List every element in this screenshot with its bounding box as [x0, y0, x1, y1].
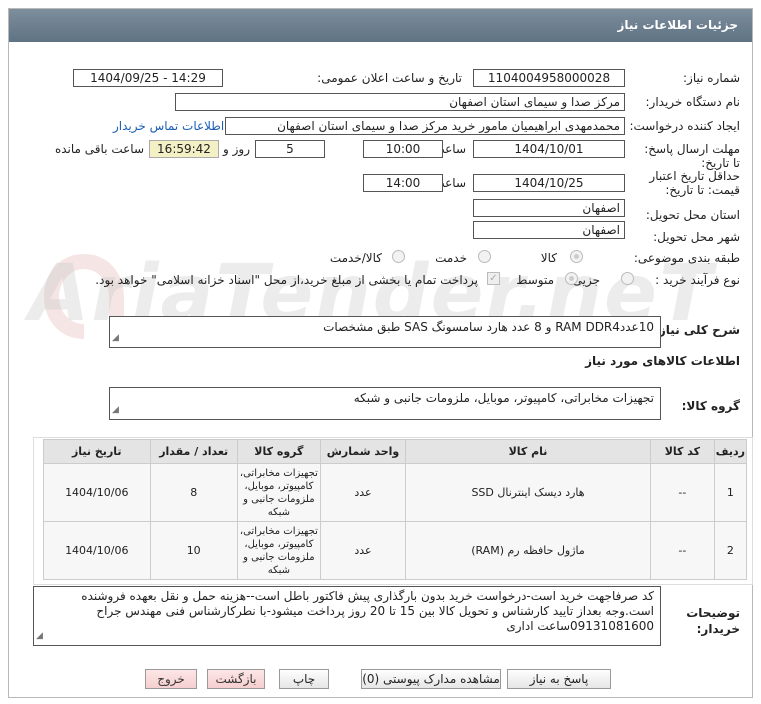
cell-row: 1	[713, 463, 748, 522]
validity-time-field: 14:00	[363, 174, 443, 192]
col-header-qty: تعداد / مقدار	[149, 439, 238, 464]
need-number-field: 1104004958000028	[473, 69, 625, 87]
reply-button[interactable]: پاسخ به نیاز	[507, 669, 611, 689]
col-header-code: کد کالا	[649, 439, 715, 464]
resize-grip-icon: ◢	[112, 333, 119, 343]
goods-group-label: گروه کالا:	[681, 399, 740, 413]
creator-field: محمدمهدی ابراهیمیان مامور خرید مرکز صدا …	[225, 117, 625, 135]
table-row: 1 -- هارد دیسک اینترنال SSD عدد تجهیزات …	[43, 463, 748, 522]
category-option-service: خدمت	[435, 251, 467, 265]
panel-titlebar: جزئیات اطلاعات نیاز	[9, 9, 752, 42]
payment-note: پرداخت تمام یا بخشی از مبلغ خرید،از محل …	[95, 273, 478, 287]
cell-row: 2	[713, 521, 748, 580]
cell-group: تجهیزات مخابراتی، کامپیوتر، موبایل، ملزو…	[236, 521, 321, 580]
deadline-date-field: 1404/10/01	[473, 140, 625, 158]
remaining-time-field: 16:59:42	[149, 140, 219, 158]
process-option-medium: متوسط	[516, 273, 554, 287]
back-button[interactable]: بازگشت	[207, 669, 265, 689]
goods-group-textarea: تجهیزات مخابراتی، کامپیوتر، موبایل، ملزو…	[109, 387, 661, 420]
deadline-label: مهلت ارسال پاسخ: تا تاریخ:	[644, 142, 740, 170]
panel-title: جزئیات اطلاعات نیاز	[617, 18, 738, 32]
cell-name: ماژول حافظه رم (RAM)	[405, 521, 651, 580]
cell-qty: 8	[149, 463, 238, 522]
resize-grip-icon: ◢	[112, 405, 119, 415]
table-row: 2 -- ماژول حافظه رم (RAM) عدد تجهیزات مخ…	[43, 521, 748, 580]
need-details-panel: جزئیات اطلاعات نیاز AriaTender.neT شماره…	[8, 8, 753, 698]
table-header-row: ردیف کد کالا نام کالا واحد شمارش گروه کا…	[43, 439, 748, 464]
treasury-checkbox[interactable]: ✓	[487, 272, 500, 285]
category-radio-service[interactable]	[478, 250, 491, 263]
category-radio-goods-service[interactable]	[392, 250, 405, 263]
goods-info-title: اطلاعات کالاهای مورد نیاز	[585, 354, 740, 368]
process-label: نوع فرآیند خرید :	[655, 273, 740, 287]
col-header-row: ردیف	[713, 439, 748, 464]
col-header-group: گروه کالا	[236, 439, 321, 464]
category-option-goods: کالا	[540, 251, 557, 265]
process-radio-medium[interactable]	[565, 272, 578, 285]
buyer-notes-label: توضیحات خریدار:	[686, 606, 740, 636]
announce-label: تاریخ و ساعت اعلان عمومی:	[317, 71, 462, 85]
city-field: اصفهان	[473, 221, 625, 239]
cell-qty: 10	[149, 521, 238, 580]
buyer-notes-textarea: کد صرفاجهت خرید است-درخواست خرید بدون با…	[33, 586, 661, 646]
cell-group: تجهیزات مخابراتی، کامپیوتر، موبایل، ملزو…	[236, 463, 321, 522]
province-label: استان محل تحویل:	[645, 208, 740, 222]
summary-label: شرح کلی نیاز:	[654, 323, 740, 337]
need-number-label: شماره نیاز:	[683, 71, 740, 85]
buyer-org-label: نام دستگاه خریدار:	[645, 95, 741, 109]
col-header-unit: واحد شمارش	[319, 439, 407, 464]
announce-field: 1404/09/25 - 14:29	[73, 69, 223, 87]
col-header-date: تاریخ نیاز	[43, 439, 151, 464]
remaining-label: ساعت باقی مانده	[54, 142, 144, 156]
validity-date-field: 1404/10/25	[473, 174, 625, 192]
summary-text: 10عددRAM DDR4 و 8 عدد هارد سامسونگ SAS ط…	[323, 320, 654, 334]
goods-group-text: تجهیزات مخابراتی، کامپیوتر، موبایل، ملزو…	[353, 391, 654, 405]
category-option-goods-service: کالا/خدمت	[329, 251, 382, 265]
cell-unit: عدد	[319, 463, 407, 522]
city-label: شهر محل تحویل:	[653, 230, 740, 244]
category-label: طبقه بندی موضوعی:	[633, 251, 740, 265]
summary-textarea: 10عددRAM DDR4 و 8 عدد هارد سامسونگ SAS ط…	[109, 316, 661, 348]
print-button[interactable]: چاپ	[279, 669, 329, 689]
cell-unit: عدد	[319, 521, 407, 580]
cell-code: --	[649, 463, 715, 522]
resize-grip-icon: ◢	[36, 631, 43, 641]
cell-date: 1404/10/06	[43, 463, 151, 522]
buyer-org-field: مرکز صدا و سیمای استان اصفهان	[175, 93, 625, 111]
process-radio-minor[interactable]	[621, 272, 634, 285]
items-table: ردیف کد کالا نام کالا واحد شمارش گروه کا…	[43, 439, 748, 580]
buyer-contact-link[interactable]: اطلاعات تماس خریدار	[113, 119, 224, 133]
days-field: 5	[255, 140, 325, 158]
col-header-name: نام کالا	[405, 439, 651, 464]
view-attachments-button[interactable]: مشاهده مدارک پیوستی (0)	[361, 669, 501, 689]
cell-date: 1404/10/06	[43, 521, 151, 580]
cell-name: هارد دیسک اینترنال SSD	[405, 463, 651, 522]
deadline-time-field: 10:00	[363, 140, 443, 158]
buyer-notes-text: کد صرفاجهت خرید است-درخواست خرید بدون با…	[81, 589, 654, 633]
province-field: اصفهان	[473, 199, 625, 217]
cell-code: --	[649, 521, 715, 580]
exit-button[interactable]: خروج	[145, 669, 197, 689]
category-radio-goods[interactable]	[570, 250, 583, 263]
days-label: روز و	[223, 142, 250, 156]
validity-label: حداقل تاریخ اعتبار قیمت: تا تاریخ:	[649, 169, 740, 197]
creator-label: ایجاد کننده درخواست:	[629, 119, 740, 133]
